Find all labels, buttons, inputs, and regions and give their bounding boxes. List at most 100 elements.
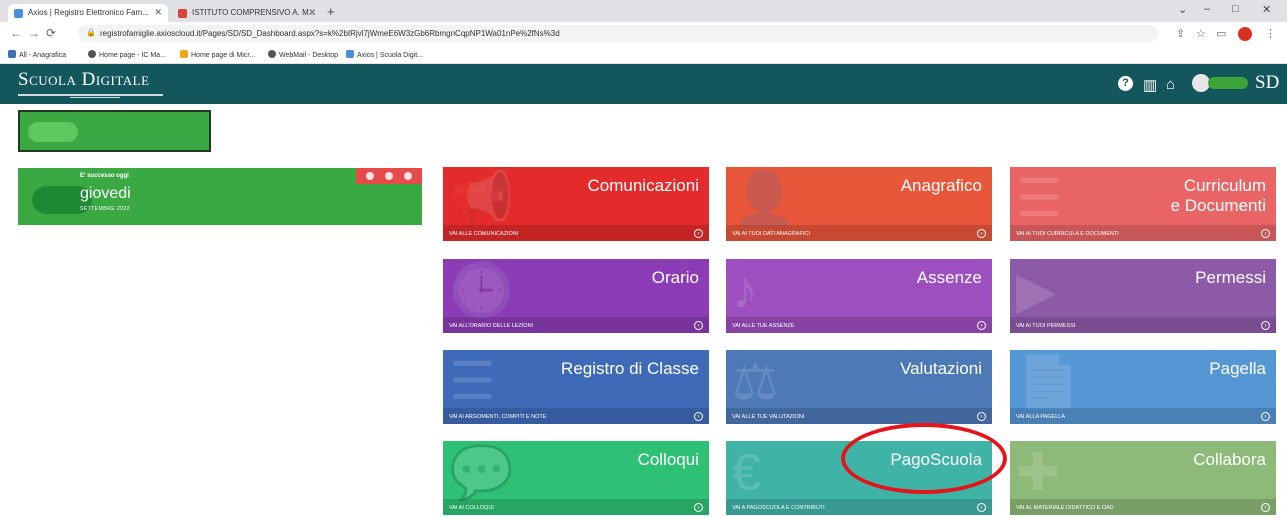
calendar-icon[interactable] [385,172,393,180]
new-tab-icon[interactable]: + [327,4,335,19]
tile-link[interactable]: Vai ai tuoi permessi [1016,323,1075,329]
tile-title: Pagella [1209,359,1266,378]
arrow-right-icon[interactable]: › [977,229,986,238]
profile-avatar[interactable] [1238,27,1252,41]
chevron-down-icon[interactable]: ⌄ [1178,3,1187,16]
side-panel-icon[interactable]: ▭ [1216,27,1226,40]
bookmark-item[interactable]: Axios | Scuola Digit... [346,50,423,59]
browser-tab-registro[interactable]: Axios | Registro Elettronico Fam... ✕ [8,4,168,22]
tile-title: Assenze [916,268,982,287]
minimize-icon[interactable]: – [1204,3,1210,15]
tile-footer: Vai ai tuoi permessi › [1010,317,1276,333]
tile-comunicazioni[interactable]: 📢 Comunicazioni Vai alle comunicazioni › [443,167,709,241]
tile-title: PagoScuola [890,450,982,469]
tile-link[interactable]: Vai alle tue assenze [732,323,794,329]
close-icon[interactable]: ✕ [308,7,316,18]
tile-footer: Vai al materiale didattico e dad › [1010,499,1276,515]
tile-link[interactable]: Vai alle tue valutazioni [732,414,804,420]
bookmark-item[interactable]: WebMail - Desktop [268,50,338,59]
tile-colloqui[interactable]: 💬 Colloqui Vai ai colloqui › [443,441,709,515]
tile-curriculum[interactable]: ☰ Curriculum e Documenti Vai ai tuoi curric… [1010,167,1276,241]
tile-link[interactable]: Vai al materiale didattico e dad [1016,505,1114,511]
tile-footer: Vai ai tuoi curricula e documenti › [1010,225,1276,241]
tile-bg-icon: 👤 [732,170,797,228]
back-icon[interactable]: ← [10,26,22,40]
next-icon[interactable] [404,172,412,180]
tile-assenze[interactable]: ♪ Assenze Vai alle tue assenze › [726,259,992,333]
arrow-right-icon[interactable]: › [694,229,703,238]
tile-link[interactable]: Vai ai argomenti, compiti e note [449,414,546,420]
star-icon[interactable]: ☆ [1196,27,1206,40]
arrow-right-icon[interactable]: › [1261,321,1270,330]
gmail-icon [178,9,187,18]
building-icon[interactable]: ▥ [1143,76,1157,94]
arrow-right-icon[interactable]: › [694,503,703,512]
menu-icon[interactable]: ⋮ [1265,27,1276,40]
tile-bg-icon: ⚖ [732,353,779,411]
bookmark-item[interactable]: All - Anagrafica [8,50,66,59]
user-name-redacted[interactable] [1208,77,1248,89]
prev-icon[interactable] [366,172,374,180]
tile-link[interactable]: Vai a PagoScuola e contributi [732,505,825,511]
tab-label: ISTITUTO COMPRENSIVO A. M... [192,8,316,17]
apps-icon [8,50,16,58]
tile-link[interactable]: Vai alla pagella [1016,414,1065,420]
tile-orario[interactable]: 🕒 Orario Vai all'orario delle lezioni › [443,259,709,333]
tile-link[interactable]: Vai ai tuoi curricula e documenti [1016,231,1119,237]
reload-icon[interactable]: ⟳ [46,26,56,40]
browser-tab-strip: Axios | Registro Elettronico Fam... ✕ IS… [0,0,1287,22]
tile-collabora[interactable]: ✚ Collabora Vai al materiale didattico e d… [1010,441,1276,515]
brand-title[interactable]: Scuola Digitale [18,69,150,91]
tile-valutazioni[interactable]: ⚖ Valutazioni Vai alle tue valutazioni › [726,350,992,424]
tile-pagoscuola[interactable]: € PagoScuola Vai a PagoScuola e contributi… [726,441,992,515]
tile-permessi[interactable]: ▶ Permessi Vai ai tuoi permessi › [1010,259,1276,333]
bookmark-item[interactable]: Home page di Micr... [180,50,255,59]
forward-icon[interactable]: → [28,26,40,40]
today-label: E' successo oggi [80,173,129,179]
tile-registro[interactable]: ☰ Registro di Classe Vai ai argomenti, com… [443,350,709,424]
arrow-right-icon[interactable]: › [1261,503,1270,512]
arrow-right-icon[interactable]: › [1261,412,1270,421]
student-card[interactable] [18,110,211,152]
tile-bg-icon: € [732,444,761,502]
tile-footer: Vai alle tue valutazioni › [726,408,992,424]
tile-bg-icon: 💬 [449,444,514,502]
today-day: giovedi [80,185,131,202]
tile-title: Orario [651,268,699,287]
brand-underline [18,94,163,96]
tile-link[interactable]: Vai ai tuoi dati anagrafici [732,231,810,237]
arrow-right-icon[interactable]: › [694,412,703,421]
tile-link[interactable]: Vai alle comunicazioni [449,231,518,237]
home-icon[interactable]: ⌂ [1166,76,1175,93]
tile-title: Permessi [1195,268,1266,287]
lock-icon: 🔒 [86,28,96,37]
tile-footer: Vai alle comunicazioni › [443,225,709,241]
tile-pagella[interactable]: 📄 Pagella Vai alla pagella › [1010,350,1276,424]
close-icon[interactable]: ✕ [154,7,162,18]
windows-icon [180,50,188,58]
tile-anagrafico[interactable]: 👤 Anagrafico Vai ai tuoi dati anagrafici › [726,167,992,241]
tile-title: Comunicazioni [587,176,700,195]
browser-toolbar: ← → ⟳ 🔒 registrofamiglie.axioscloud.it/P… [0,22,1287,46]
arrow-right-icon[interactable]: › [1261,229,1270,238]
today-card: E' successo oggi giovedi settembre 2022 [18,168,422,225]
share-icon[interactable]: ⇪ [1176,27,1185,40]
maximize-icon[interactable]: □ [1232,3,1239,15]
arrow-right-icon[interactable]: › [977,503,986,512]
arrow-right-icon[interactable]: › [977,321,986,330]
tile-title: Registro di Classe [561,359,699,378]
tile-title: Collabora [1193,450,1266,469]
arrow-right-icon[interactable]: › [977,412,986,421]
window-close-icon[interactable]: ✕ [1262,3,1271,16]
browser-tab-istituto[interactable]: ISTITUTO COMPRENSIVO A. M... ✕ [172,4,322,22]
url-text: registrofamiglie.axioscloud.it/Pages/SD/… [100,29,560,38]
tile-footer: Vai ai tuoi dati anagrafici › [726,225,992,241]
tile-title: Curriculum e Documenti [1170,176,1266,216]
tile-link[interactable]: Vai all'orario delle lezioni [449,323,533,329]
tile-bg-icon: ☰ [1016,170,1063,228]
tile-link[interactable]: Vai ai colloqui [449,505,494,511]
help-icon[interactable]: ? [1118,76,1133,91]
bookmark-item[interactable]: Home page - IC Ma... [88,50,166,59]
address-bar[interactable]: 🔒 registrofamiglie.axioscloud.it/Pages/S… [78,25,1158,42]
arrow-right-icon[interactable]: › [694,321,703,330]
